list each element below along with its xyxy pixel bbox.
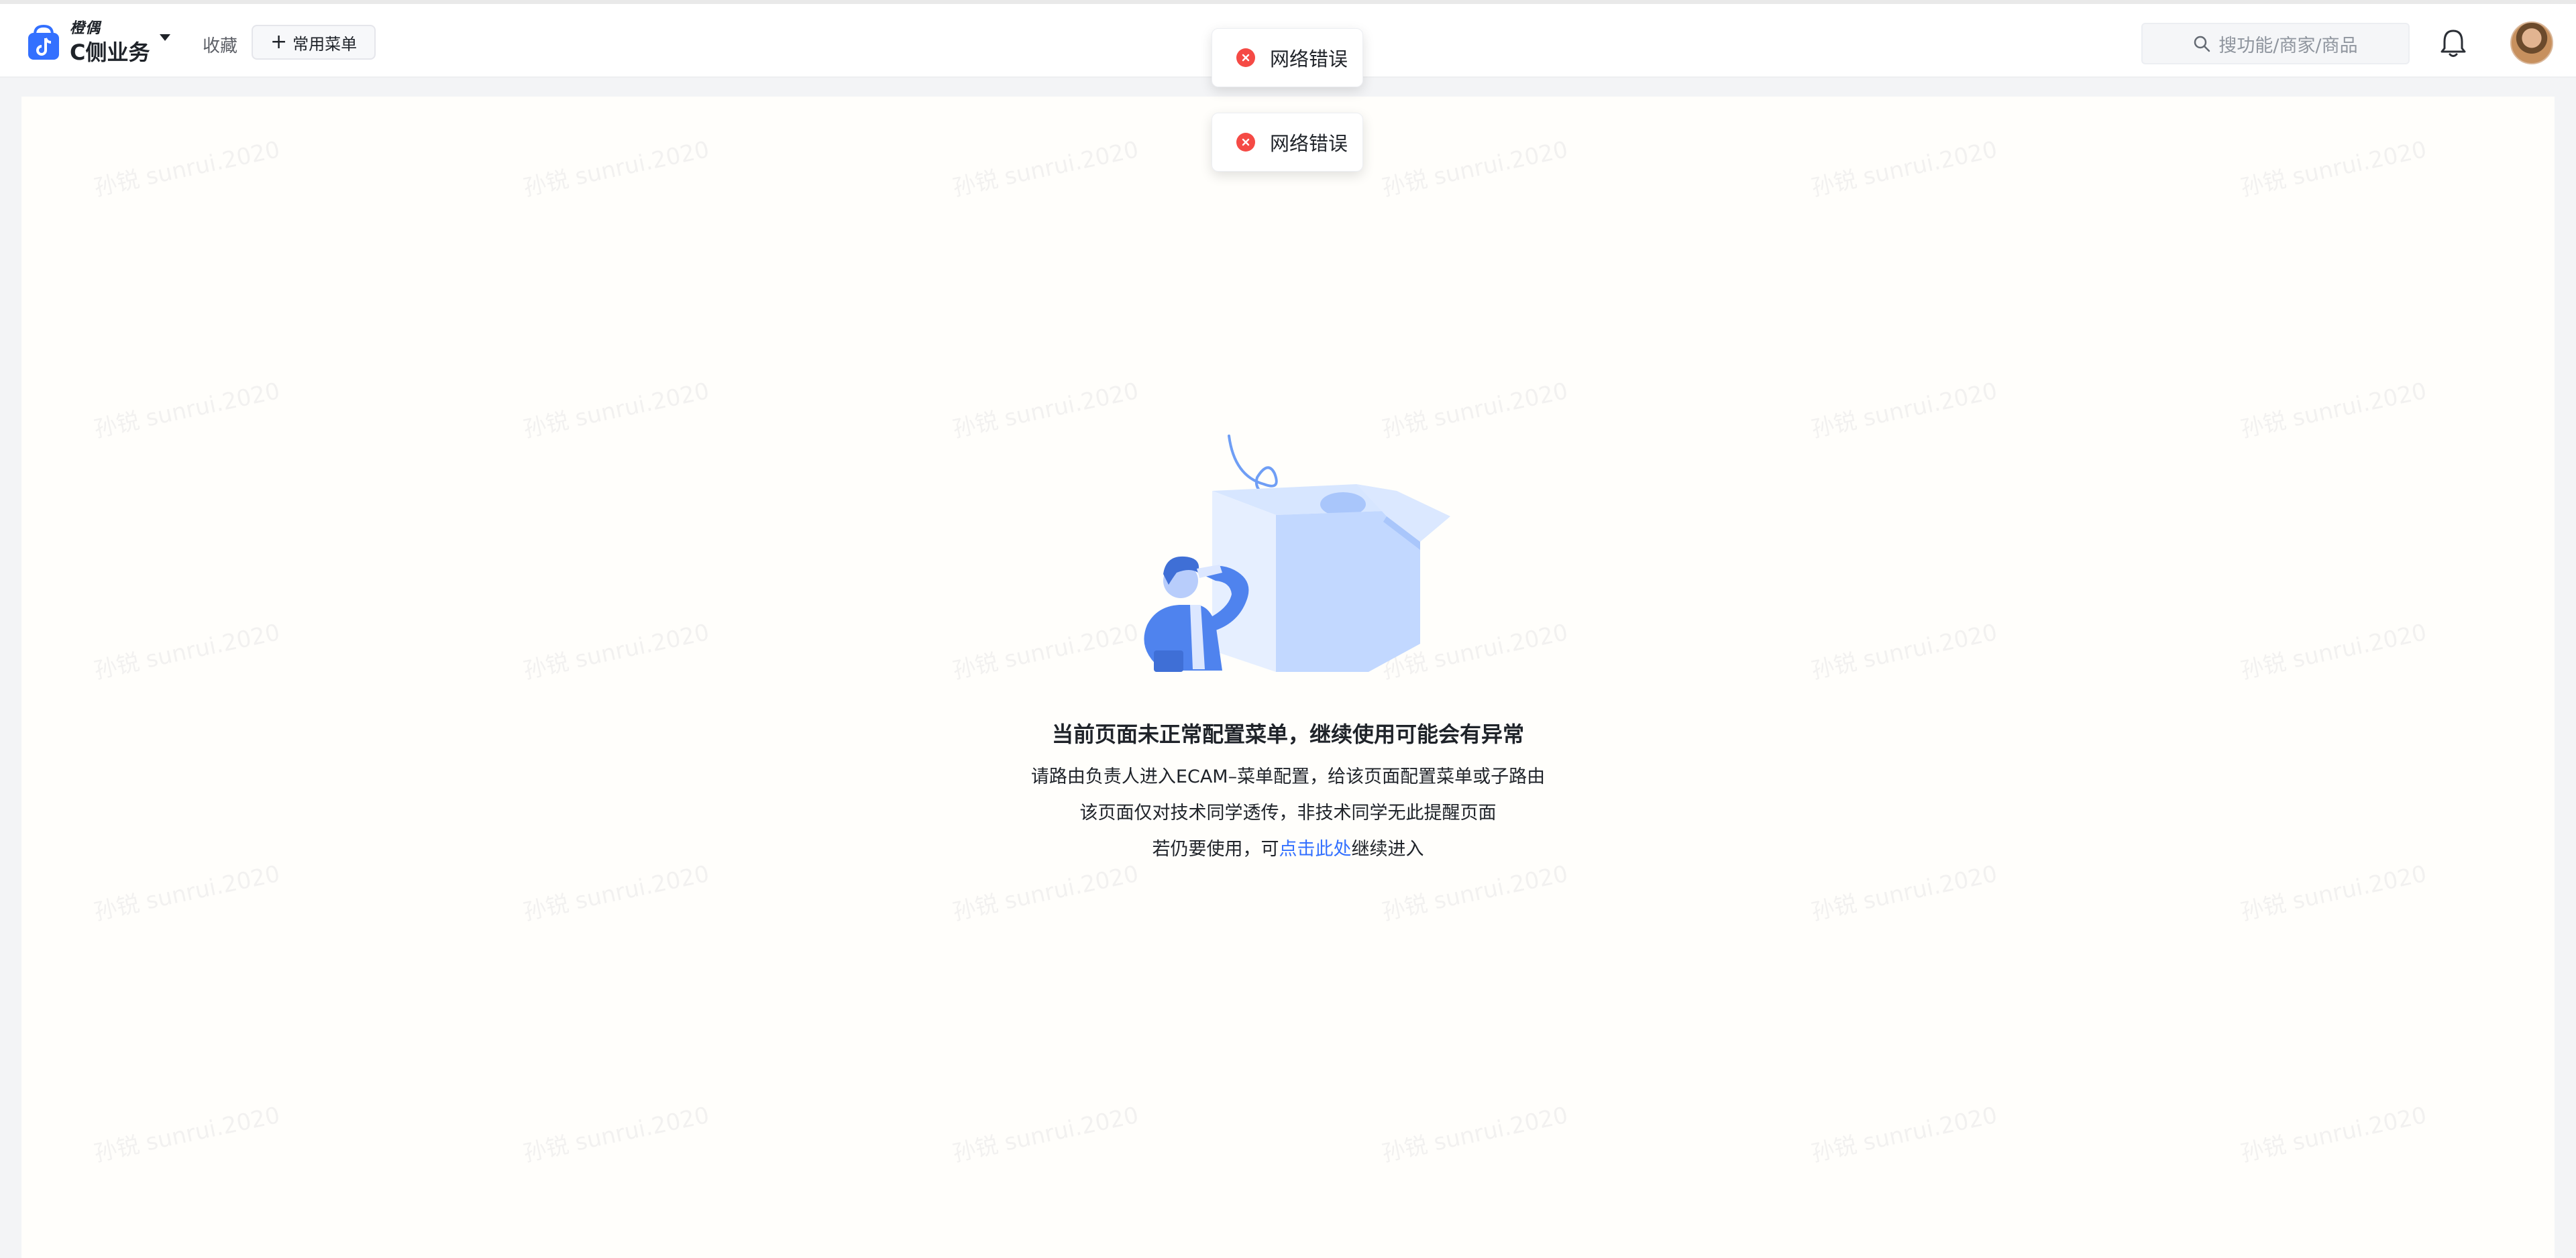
watermark-text: 孙锐 sunrui.2020 bbox=[2238, 1102, 2429, 1167]
favorites-link[interactable]: 收藏 bbox=[203, 32, 237, 57]
main-content: 孙锐 sunrui.2020 孙锐 sunrui.2020 孙锐 sunrui.20… bbox=[21, 97, 2555, 1258]
empty-box-illustration bbox=[1144, 435, 1450, 672]
watermark-text: 孙锐 sunrui.2020 bbox=[1809, 860, 2000, 926]
error-circle-icon bbox=[1236, 48, 1255, 67]
search-placeholder: 搜功能/商家/商品 bbox=[2218, 35, 2358, 56]
bell-icon[interactable] bbox=[2436, 27, 2470, 60]
watermark-text: 孙锐 sunrui.2020 bbox=[91, 136, 282, 202]
empty-state-title: 当前页面未正常配置菜单，继续使用可能会有异常 bbox=[1051, 722, 1524, 747]
watermark-text: 孙锐 sunrui.2020 bbox=[1809, 619, 2000, 685]
watermark-text: 孙锐 sunrui.2020 bbox=[950, 378, 1141, 443]
watermark-text: 孙锐 sunrui.2020 bbox=[2238, 619, 2429, 685]
watermark-text: 孙锐 sunrui.2020 bbox=[1809, 1102, 2000, 1167]
watermark-text: 孙锐 sunrui.2020 bbox=[2238, 136, 2429, 202]
watermark-text: 孙锐 sunrui.2020 bbox=[91, 1102, 282, 1167]
watermark-text: 孙锐 sunrui.2020 bbox=[950, 1102, 1141, 1167]
search-icon bbox=[2194, 36, 2210, 52]
watermark-text: 孙锐 sunrui.2020 bbox=[521, 378, 712, 443]
plus-icon: + bbox=[270, 30, 288, 54]
watermark-text: 孙锐 sunrui.2020 bbox=[1379, 136, 1570, 202]
error-toast: 网络错误 bbox=[1212, 28, 1363, 87]
watermark-text: 孙锐 sunrui.2020 bbox=[91, 860, 282, 926]
common-menu-button[interactable]: + 常用菜单 bbox=[252, 25, 376, 60]
user-avatar[interactable] bbox=[2510, 21, 2553, 64]
watermark-text: 孙锐 sunrui.2020 bbox=[91, 619, 282, 685]
brand-subtitle: 橙偶 bbox=[70, 20, 101, 37]
shopping-bag-icon bbox=[28, 24, 59, 60]
watermark-text: 孙锐 sunrui.2020 bbox=[1379, 1102, 1570, 1167]
continue-link[interactable]: 点击此处 bbox=[1279, 839, 1352, 860]
brand-switcher[interactable]: 橙偶 C侧业务 bbox=[25, 19, 170, 66]
line-3-suffix: 继续进入 bbox=[1351, 839, 1424, 860]
empty-state-line-2: 该页面仅对技术同学透传，非技术同学无此提醒页面 bbox=[1079, 803, 1497, 823]
empty-state-line-3: 若仍要使用，可点击此处继续进入 bbox=[0, 834, 2576, 860]
watermark-text: 孙锐 sunrui.2020 bbox=[91, 378, 282, 443]
watermark-text: 孙锐 sunrui.2020 bbox=[2238, 378, 2429, 443]
error-toast: 网络错误 bbox=[1212, 113, 1363, 172]
watermark-text: 孙锐 sunrui.2020 bbox=[1809, 378, 2000, 443]
toast-message: 网络错误 bbox=[1270, 48, 1348, 70]
watermark-text: 孙锐 sunrui.2020 bbox=[521, 1102, 712, 1167]
common-menu-label: 常用菜单 bbox=[292, 34, 358, 54]
watermark-text: 孙锐 sunrui.2020 bbox=[521, 136, 712, 202]
toast-message: 网络错误 bbox=[1270, 132, 1348, 155]
watermark-text: 孙锐 sunrui.2020 bbox=[950, 136, 1141, 202]
watermark-text: 孙锐 sunrui.2020 bbox=[521, 619, 712, 685]
watermark-text: 孙锐 sunrui.2020 bbox=[521, 860, 712, 926]
caret-down-icon[interactable] bbox=[159, 34, 170, 41]
watermark-text: 孙锐 sunrui.2020 bbox=[950, 619, 1141, 685]
error-circle-icon bbox=[1236, 133, 1255, 152]
brand-title: C侧业务 bbox=[70, 40, 150, 65]
watermark-text: 孙锐 sunrui.2020 bbox=[1809, 136, 2000, 202]
watermark-text: 孙锐 sunrui.2020 bbox=[1379, 860, 1570, 926]
line-3-prefix: 若仍要使用，可 bbox=[1152, 839, 1279, 860]
search-input[interactable]: 搜功能/商家/商品 bbox=[2141, 23, 2410, 64]
empty-state-line-1: 请路由负责人进入ECAM–菜单配置，给该页面配置菜单或子路由 bbox=[1030, 766, 1546, 787]
brand-text: 橙偶 C侧业务 bbox=[70, 20, 150, 65]
watermark-text: 孙锐 sunrui.2020 bbox=[950, 860, 1141, 926]
watermark-text: 孙锐 sunrui.2020 bbox=[2238, 860, 2429, 926]
